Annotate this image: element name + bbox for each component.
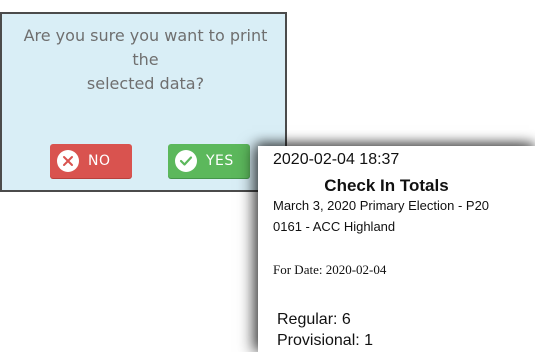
no-button[interactable]: NO: [50, 144, 132, 178]
receipt-provisional-count: Provisional: 1: [277, 332, 374, 349]
yes-button[interactable]: YES: [168, 144, 250, 178]
x-circle-icon: [57, 150, 79, 172]
yes-button-label: YES: [206, 153, 234, 169]
confirm-message-line-2: selected data?: [86, 74, 205, 93]
receipt-timestamp: 2020-02-04 18:37: [273, 151, 400, 168]
printed-receipt: 2020-02-04 18:37 Check In Totals March 3…: [258, 146, 535, 352]
no-button-label: NO: [88, 153, 111, 169]
receipt-election: March 3, 2020 Primary Election - P20: [273, 198, 490, 213]
receipt-for-date: For Date: 2020-02-04: [273, 262, 387, 277]
receipt-precinct: 0161 - ACC Highland: [273, 219, 396, 234]
receipt-title: Check In Totals: [324, 176, 449, 195]
print-confirm-dialog: Are you sure you want to print the selec…: [0, 12, 287, 192]
confirm-message-line-1: Are you sure you want to print the: [23, 26, 268, 69]
check-circle-icon: [175, 150, 197, 172]
confirm-message: Are you sure you want to print the selec…: [10, 24, 281, 96]
receipt-regular-count: Regular: 6: [277, 311, 351, 328]
